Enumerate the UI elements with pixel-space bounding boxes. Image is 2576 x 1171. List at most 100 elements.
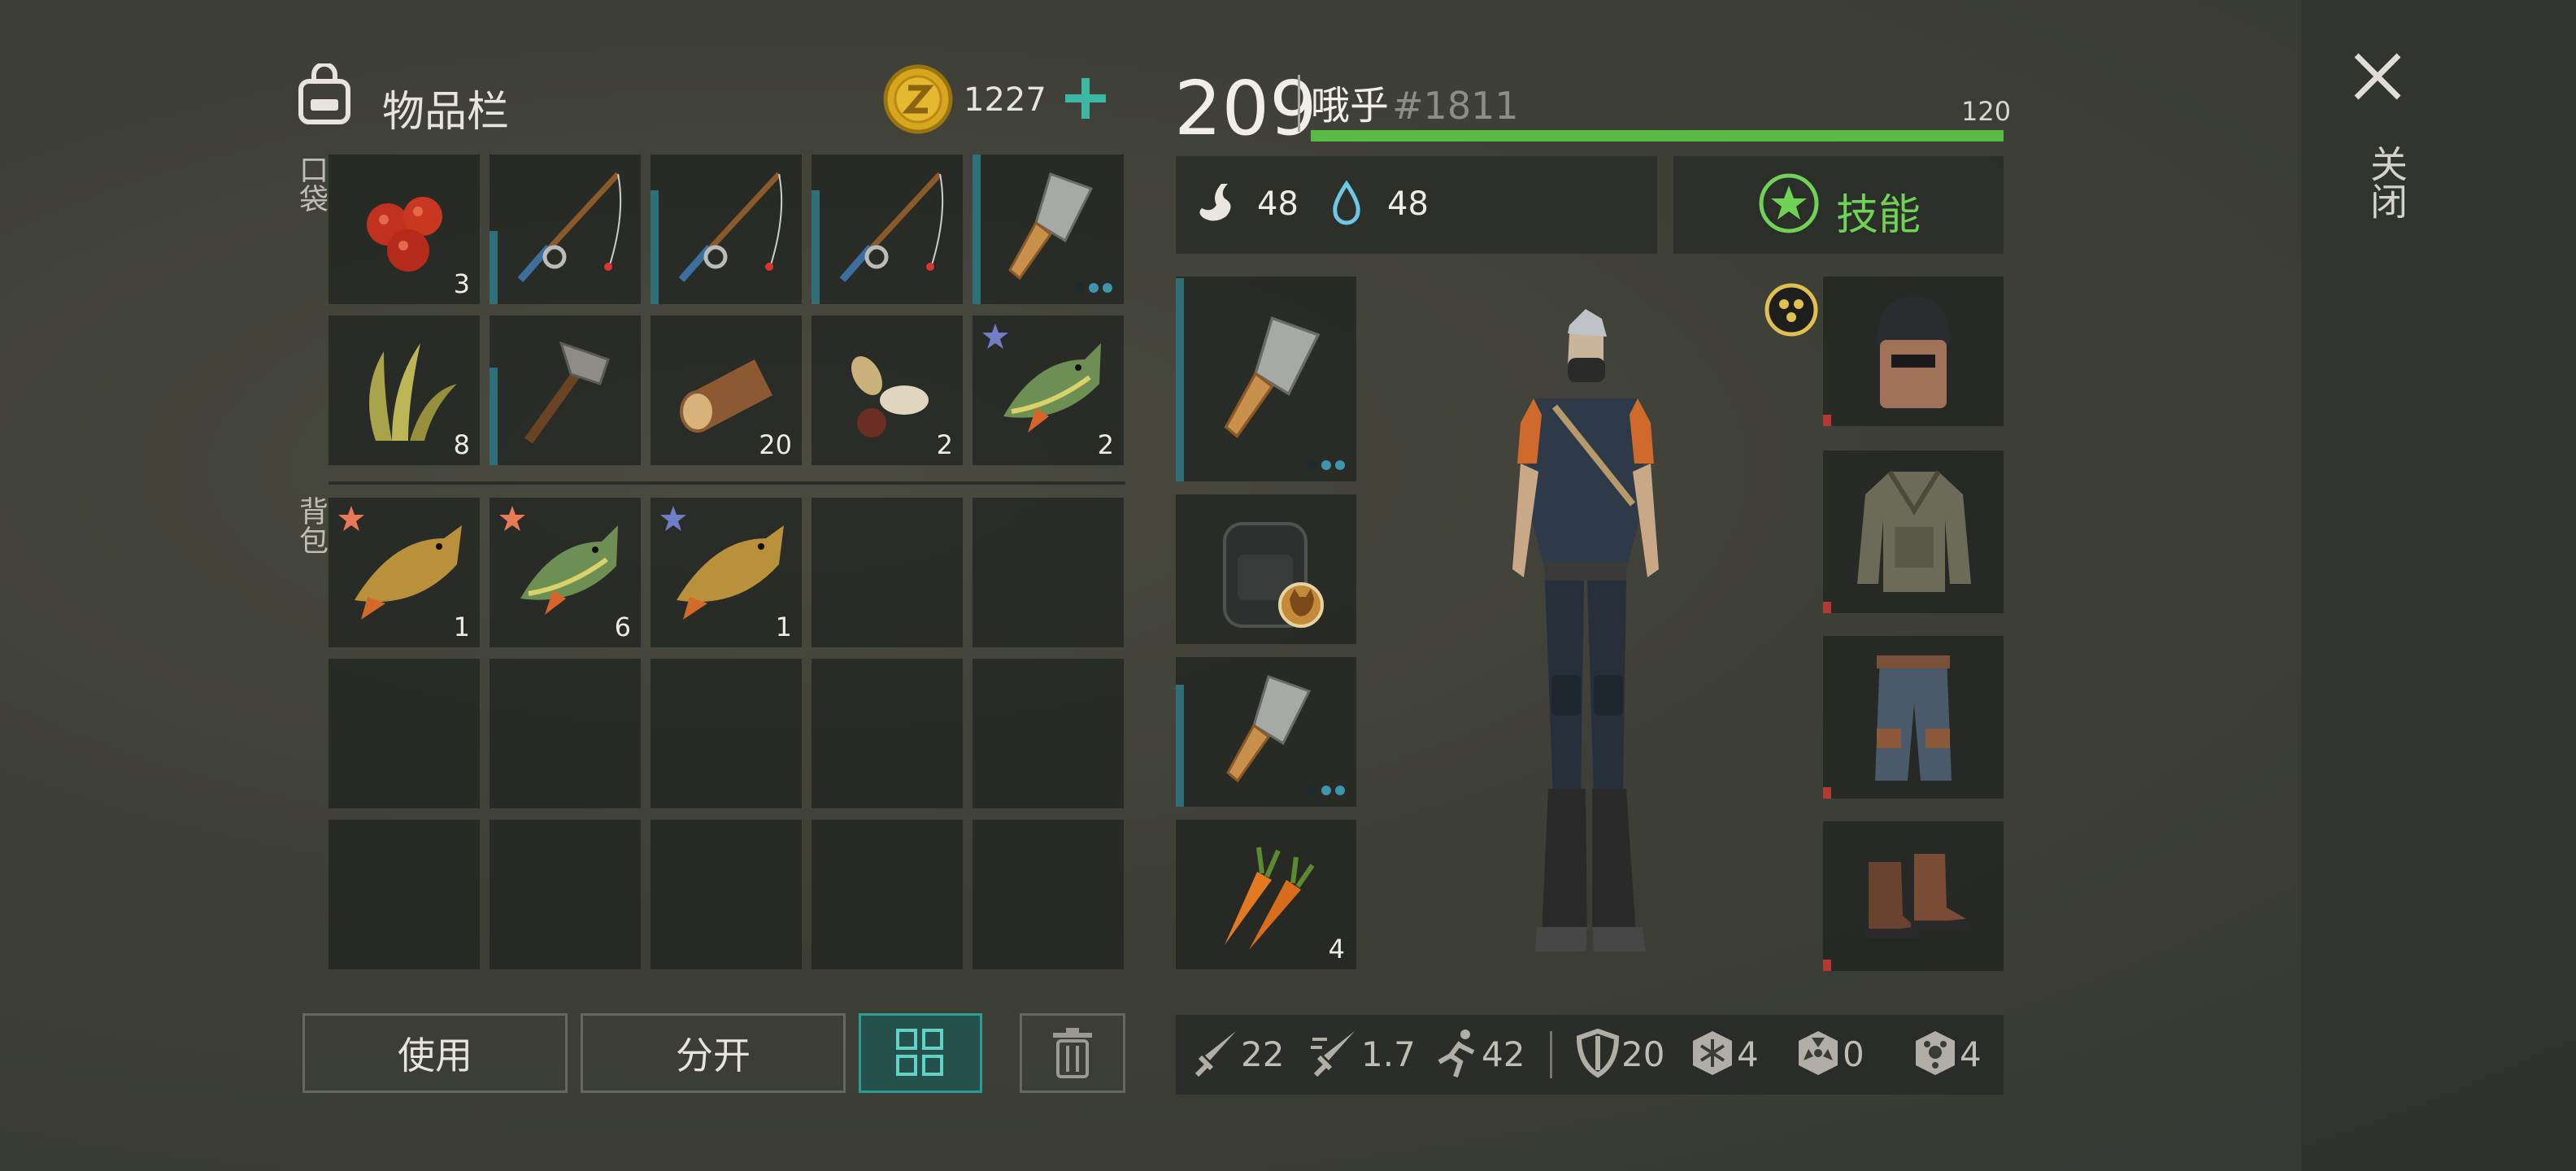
- player-character-model: [1512, 309, 1659, 951]
- helmet-slot[interactable]: [1823, 276, 2004, 426]
- water-drop-icon: [1333, 181, 1360, 225]
- grid-icon: [896, 1029, 943, 1076]
- hunger-value: 48: [1257, 185, 1299, 223]
- backpack-icon: [298, 63, 350, 124]
- backpack-slot[interactable]: 1: [651, 498, 802, 647]
- backpack-slot-empty[interactable]: [973, 820, 1124, 969]
- quality-dots: [1308, 786, 1345, 795]
- body-armor-slot[interactable]: [1823, 451, 2004, 613]
- close-label[interactable]: 关闭: [2360, 145, 2413, 220]
- pocket-slot[interactable]: 2: [812, 316, 963, 465]
- durability-bar: [1823, 960, 1831, 971]
- use-button[interactable]: 使用: [302, 1013, 568, 1093]
- durability-bar: [651, 190, 659, 304]
- weapon-slot[interactable]: [1176, 276, 1356, 481]
- backpack-slot-empty[interactable]: [490, 659, 641, 808]
- level-separator: [1298, 75, 1300, 132]
- pocket-slot[interactable]: [651, 155, 802, 304]
- berries-icon: [367, 197, 442, 272]
- sword-icon: [1194, 1031, 1236, 1077]
- durability-bar: [812, 190, 820, 304]
- pants-slot[interactable]: [1823, 636, 2004, 799]
- backpack-equip-slot[interactable]: [1176, 494, 1356, 644]
- durability-bar: [490, 368, 498, 465]
- backpack-slot-empty[interactable]: [973, 659, 1124, 808]
- backpack-slot-empty[interactable]: [329, 820, 480, 969]
- pocket-slot[interactable]: [812, 155, 963, 304]
- durability-bar: [1823, 415, 1831, 426]
- quick-slot[interactable]: [1176, 657, 1356, 807]
- backpack-slot-empty[interactable]: [329, 659, 480, 808]
- attack-speed-icon: [1311, 1031, 1355, 1077]
- quality-dots: [1308, 460, 1345, 470]
- backpack-slot-empty[interactable]: [812, 820, 963, 969]
- trash-icon: [1053, 1028, 1092, 1078]
- durability-bar: [1823, 602, 1831, 613]
- item-count: 6: [614, 612, 631, 642]
- attack-speed-value: 1.7: [1361, 1034, 1416, 1074]
- delete-button[interactable]: [1020, 1013, 1125, 1093]
- pocket-slot[interactable]: 8: [329, 316, 480, 465]
- coin-count: 1227: [964, 81, 1046, 119]
- running-icon: [1438, 1030, 1475, 1077]
- player-name: 哦乎: [1311, 83, 1390, 128]
- pocket-slot[interactable]: [490, 316, 641, 465]
- quality-dots: [1075, 283, 1112, 293]
- pocket-slot[interactable]: [490, 155, 641, 304]
- cold-resist-value: 4: [1737, 1034, 1759, 1074]
- helmet-icon: [1877, 296, 1950, 408]
- durability-bar: [973, 155, 981, 304]
- item-count: 3: [453, 268, 470, 299]
- backpack-slot-empty[interactable]: [812, 498, 963, 647]
- pocket-slot[interactable]: 3: [329, 155, 480, 304]
- sort-grid-button[interactable]: [859, 1013, 982, 1093]
- perch-fish-icon: [1003, 343, 1101, 433]
- jacket-icon: [1857, 470, 1971, 592]
- cleaver-icon: [1226, 675, 1312, 783]
- grass-icon: [369, 343, 457, 441]
- pocket-slot[interactable]: [973, 155, 1124, 304]
- backpack-slot-empty[interactable]: [490, 820, 641, 969]
- item-count: 2: [936, 429, 953, 460]
- shield-icon: [1576, 1028, 1620, 1078]
- backpack-slot-empty[interactable]: [651, 820, 802, 969]
- backpack-slot[interactable]: 1: [329, 498, 480, 647]
- backpack-slot-empty[interactable]: [651, 659, 802, 808]
- damage-value: 22: [1241, 1034, 1285, 1074]
- backpack-slot[interactable]: 6: [490, 498, 641, 647]
- boots-icon: [1865, 854, 1969, 938]
- durability-bar: [490, 231, 498, 304]
- pocket-slot[interactable]: 2: [973, 316, 1124, 465]
- carp-fish-icon: [355, 525, 462, 620]
- split-button[interactable]: 分开: [581, 1013, 846, 1093]
- carp-fish-icon: [677, 525, 784, 620]
- close-icon[interactable]: [2352, 50, 2404, 102]
- player-tag: #1811: [1392, 84, 1519, 128]
- durability-bar: [1823, 787, 1831, 799]
- hp-bar-fill: [1311, 130, 2004, 141]
- backpack-slot-empty[interactable]: [812, 659, 963, 808]
- item-count: 2: [1097, 429, 1114, 460]
- carrots-icon: [1225, 847, 1315, 950]
- toxic-resist-icon: [1916, 1031, 1955, 1075]
- backpack-icon: [1223, 522, 1324, 628]
- cleaver-icon: [1008, 172, 1094, 281]
- backpack-slot-empty[interactable]: [973, 498, 1124, 647]
- coin-icon: [883, 64, 953, 134]
- pocket-slot[interactable]: 20: [651, 316, 802, 465]
- boots-slot[interactable]: [1823, 821, 2004, 971]
- gear-camera-icon[interactable]: [1763, 281, 1820, 338]
- skill-star-icon: [1759, 173, 1819, 233]
- fishing-rod-icon: [517, 172, 622, 282]
- stone-hammer-icon: [524, 341, 610, 444]
- add-coins-plus-icon[interactable]: [1057, 70, 1114, 127]
- item-count: 1: [775, 612, 792, 642]
- item-count: 1: [453, 612, 470, 642]
- quick-slot[interactable]: 4: [1176, 820, 1356, 969]
- pocket-label: 口袋: [294, 155, 328, 213]
- pocket-backpack-divider: [329, 481, 1125, 485]
- item-count: 8: [453, 429, 470, 460]
- pants-icon: [1875, 655, 1952, 781]
- stomach-icon: [1199, 184, 1231, 221]
- durability-bar: [1176, 685, 1184, 807]
